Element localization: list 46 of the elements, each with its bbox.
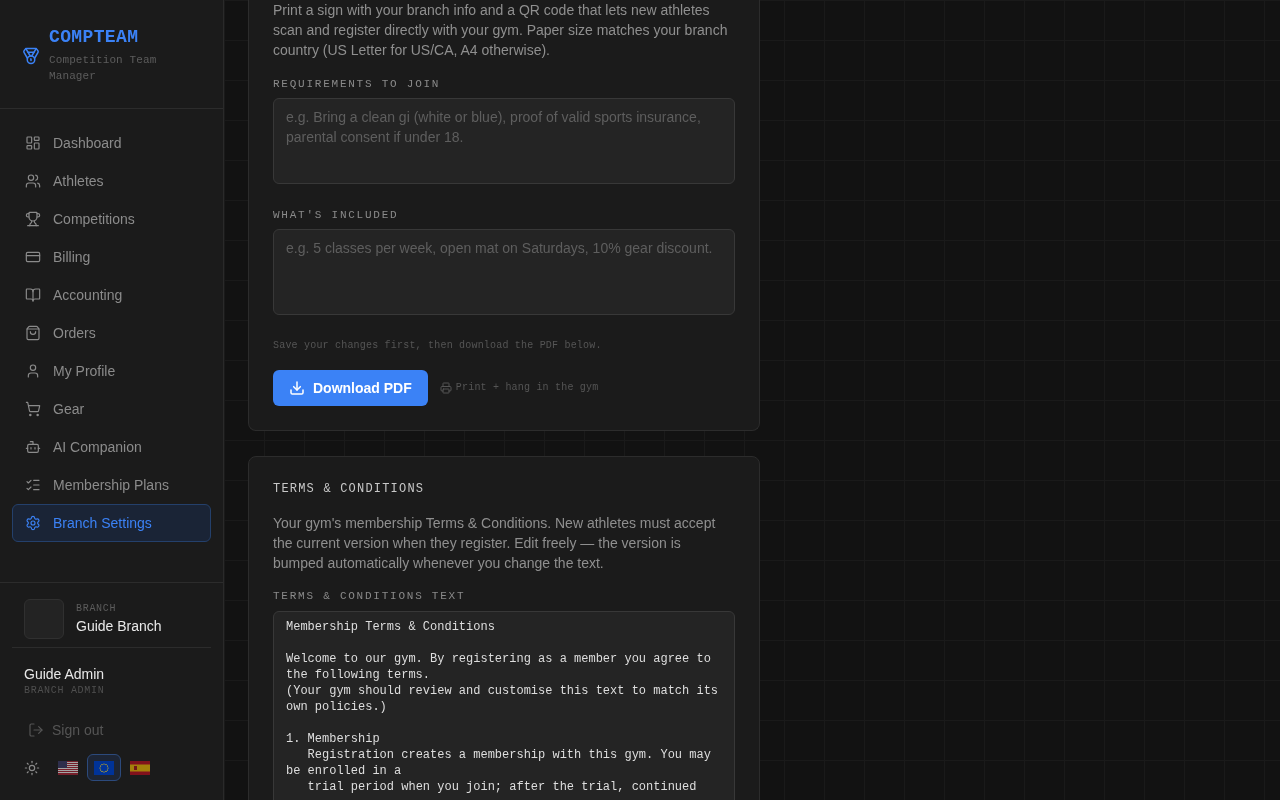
us-flag-icon	[58, 760, 78, 775]
eu-flag-icon	[94, 760, 114, 775]
sun-icon	[24, 759, 40, 776]
card-description: Your gym's membership Terms & Conditions. New athletes must accept the current version when they register. Edit freely — the version is bumped automatically whenever you change the text.	[273, 514, 717, 573]
nav-item[interactable]: Competitions	[12, 200, 211, 238]
trophy-icon	[25, 211, 41, 227]
cart-icon	[25, 401, 41, 417]
bag-icon	[25, 325, 41, 341]
nav-item[interactable]: Accounting	[12, 276, 211, 314]
person-icon	[25, 363, 41, 379]
checklist-icon	[25, 477, 41, 493]
book-icon	[25, 287, 41, 303]
field-label: TERMS & CONDITIONS TEXT	[273, 589, 467, 604]
download-icon	[289, 380, 305, 396]
people-icon	[25, 173, 41, 189]
theme-toggle-button[interactable]	[24, 759, 40, 776]
nav-item[interactable]: Orders	[12, 314, 211, 352]
nav-item[interactable]: Billing	[12, 238, 211, 276]
user-name: Guide Admin	[24, 665, 106, 684]
text-area-field[interactable]: e.g. Bring a clean gi (white or blue), proof of valid sports insurance, parental consent if under 18.	[273, 98, 735, 184]
settings-icon	[25, 515, 41, 531]
nav-item[interactable]: Branch Settings	[12, 504, 211, 542]
medal-logo-icon	[22, 46, 40, 65]
nav-item[interactable]: Gear	[12, 390, 211, 428]
exit-icon	[28, 722, 44, 738]
branch-name: Guide Branch	[76, 617, 162, 636]
nav-item[interactable]: My Profile	[12, 352, 211, 390]
card-title: TERMS & CONDITIONS	[273, 481, 426, 497]
app-name: COMPTEAM	[49, 27, 140, 47]
nav-item[interactable]: Membership Plans	[12, 466, 211, 504]
branch-label: BRANCH	[76, 602, 118, 616]
nav-item[interactable]: Athletes	[12, 162, 211, 200]
printer-icon	[439, 382, 452, 394]
nav-item[interactable]: AI Companion	[12, 428, 211, 466]
field-label: REQUIREMENTS TO JOIN	[273, 77, 442, 92]
terms-text-field[interactable]: Membership Terms & Conditions Welcome to our gym. By registering as a member you agree to the following terms. (Your gym should review and customise this text to match its own policies.) 1. Membership Registration creates a membership with this gym. You may be enrolled in a trial period when you join; after the trial, continued	[273, 611, 735, 800]
card-icon	[25, 249, 41, 265]
field-label: WHAT'S INCLUDED	[273, 208, 400, 223]
card-description: Print a sign with your branch info and a QR code that lets new athletes scan and register directly with your gym. Paper size matches your branch country (US Letter for US/CA, A4 otherwise).	[273, 1, 729, 60]
robot-icon	[25, 439, 41, 455]
grid-icon	[25, 135, 41, 151]
spain-flag-icon	[130, 760, 150, 775]
app-tagline: Competition Team Manager	[49, 53, 158, 84]
text-area-field[interactable]: e.g. 5 classes per week, open mat on Saturdays, 10% gear discount.	[273, 229, 735, 315]
nav-item[interactable]: Dashboard	[12, 124, 211, 162]
download-pdf-button[interactable]: Download PDF	[273, 370, 428, 406]
